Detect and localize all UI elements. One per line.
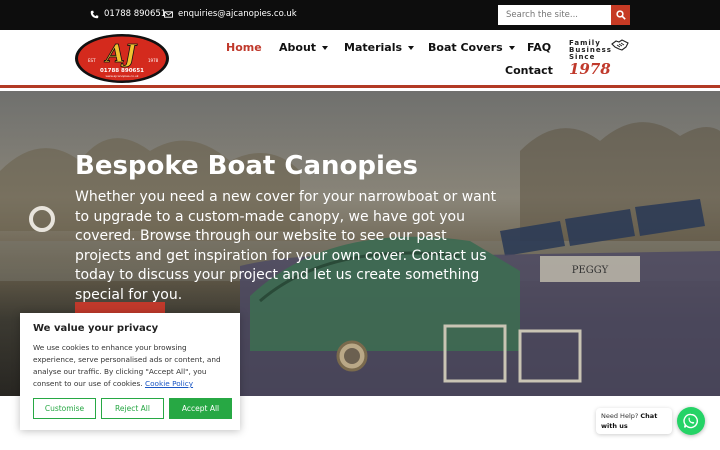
whatsapp-icon bbox=[683, 413, 698, 429]
family-business-tagline: Family Business Since bbox=[569, 40, 612, 61]
nav-home[interactable]: Home bbox=[226, 41, 262, 54]
nav-about[interactable]: About bbox=[279, 41, 329, 54]
reject-all-button[interactable]: Reject All bbox=[101, 398, 164, 419]
logo-url: www.ajcanopies.co.uk bbox=[105, 74, 138, 78]
logo-est: EST bbox=[88, 58, 96, 63]
boat-name: PEGGY bbox=[572, 265, 609, 276]
top-bar: 01788 890651 enquiries@ajcanopies.co.uk bbox=[0, 0, 720, 30]
phone-icon bbox=[90, 10, 99, 18]
search-input[interactable] bbox=[498, 5, 611, 25]
nav-boat-covers[interactable]: Boat Covers bbox=[428, 41, 515, 54]
chevron-down-icon bbox=[408, 45, 415, 50]
nav-boat-covers-label: Boat Covers bbox=[428, 41, 503, 54]
handshake-icon bbox=[611, 39, 629, 51]
accept-all-button[interactable]: Accept All bbox=[169, 398, 232, 419]
whatsapp-prefix: Need Help? bbox=[601, 412, 639, 420]
aj-logo[interactable]: AJ EST 1978 01788 890651 www.ajcanopies.… bbox=[74, 33, 170, 84]
topbar-email[interactable]: enquiries@ajcanopies.co.uk bbox=[164, 9, 297, 19]
phone-number: 01788 890651 bbox=[104, 9, 167, 19]
logo-year: 1978 bbox=[148, 58, 159, 63]
cookie-policy-link[interactable]: Cookie Policy bbox=[145, 379, 193, 388]
chevron-down-icon bbox=[508, 45, 515, 50]
cookie-title: We value your privacy bbox=[33, 323, 159, 334]
nav-materials[interactable]: Materials bbox=[344, 41, 415, 54]
nav-home-label: Home bbox=[226, 41, 262, 54]
nav-contact-label: Contact bbox=[505, 64, 553, 77]
logo-text: AJ bbox=[104, 39, 138, 68]
customise-button[interactable]: Customise bbox=[33, 398, 96, 419]
hero-text: Whether you need a new cover for your na… bbox=[75, 189, 497, 303]
whatsapp-label[interactable]: Need Help? Chat with us bbox=[596, 408, 672, 434]
nav-about-label: About bbox=[279, 41, 317, 54]
nav-faq[interactable]: FAQ bbox=[527, 41, 551, 54]
whatsapp-chat-button[interactable] bbox=[677, 407, 705, 435]
cookie-buttons: Customise Reject All Accept All bbox=[33, 398, 232, 419]
envelope-icon bbox=[164, 10, 173, 18]
search-icon bbox=[615, 10, 626, 20]
cookie-consent-banner: We value your privacy We use cookies to … bbox=[20, 313, 240, 430]
nav-faq-label: FAQ bbox=[527, 41, 552, 54]
cookie-text: We use cookies to enhance your browsing … bbox=[33, 342, 227, 390]
topbar-phone[interactable]: 01788 890651 bbox=[90, 9, 166, 19]
nav-contact[interactable]: Contact bbox=[505, 64, 553, 77]
search-button[interactable] bbox=[611, 5, 630, 25]
nav-materials-label: Materials bbox=[344, 41, 403, 54]
email-address: enquiries@ajcanopies.co.uk bbox=[178, 9, 297, 19]
hero-title: Bespoke Boat Canopies bbox=[75, 151, 419, 181]
chevron-down-icon bbox=[322, 45, 329, 50]
since-year: 1978 bbox=[569, 60, 611, 78]
